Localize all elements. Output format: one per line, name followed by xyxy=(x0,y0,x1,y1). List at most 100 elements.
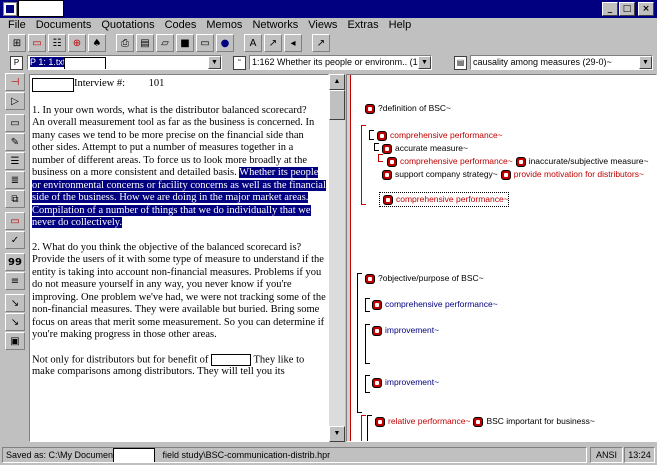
code-icon xyxy=(383,194,393,205)
interview-number: 101 xyxy=(148,78,165,89)
quotation-manager-icon[interactable]: ☷ xyxy=(48,34,66,52)
window-list-icon[interactable]: ▭ xyxy=(196,34,214,52)
redacted-title xyxy=(18,0,64,17)
selector-bar: P P 1: 1.txt~ ▼ “ 1:162 Whether its peop… xyxy=(0,55,657,72)
code-label: improvement~ xyxy=(385,377,440,387)
quote-marks-icon[interactable]: 99 xyxy=(5,253,25,271)
memo-icon[interactable]: ▣ xyxy=(5,332,25,350)
link-memo-icon[interactable]: ↘ xyxy=(5,313,25,331)
code-relative-performance[interactable]: relative performance~ BSC important for … xyxy=(375,416,595,427)
menu-quotations[interactable]: Quotations xyxy=(96,18,159,33)
primary-doc-icon: P xyxy=(10,56,23,70)
code-icon xyxy=(500,169,511,180)
menu-file[interactable]: File xyxy=(3,18,31,33)
code-icon xyxy=(372,299,382,310)
chevron-down-icon[interactable]: ▼ xyxy=(208,56,221,69)
left-toolbar: ⊣ ▷ ▭ ✎ ☰ ≣ ⧉ ▭ ✓ 99 ≡ ↘ ↘ ▣ xyxy=(5,73,27,351)
question-1: 1. In your own words, what is the distri… xyxy=(32,104,307,116)
maximize-button[interactable]: □ xyxy=(619,2,635,16)
document-scrollbar[interactable]: ▲ ▼ xyxy=(329,74,345,442)
quotation-bracket xyxy=(365,298,370,312)
open-coding-icon[interactable]: ▭ xyxy=(5,212,25,230)
code-label: inaccurate/subjective measure~ xyxy=(528,156,649,166)
code-definition[interactable]: ?definition of BSC~ xyxy=(365,103,451,114)
code-icon xyxy=(372,325,382,336)
toolbar: ⊞ ▭ ☷ ⊕ ♠ ⎙ ▤ ▱ ■ ▭ ● A ↗ ◂ ↗ xyxy=(0,33,657,53)
menu-views[interactable]: Views xyxy=(303,18,342,33)
auto-code-icon[interactable]: ≣ xyxy=(5,171,25,189)
minimize-button[interactable]: _ xyxy=(602,2,618,16)
menu-bar: File Documents Quotations Codes Memos Ne… xyxy=(0,18,657,33)
code-dropdown[interactable]: causality among measures (29-0)~ ▼ xyxy=(470,55,653,70)
check-icon[interactable]: ✓ xyxy=(5,231,25,249)
code-link-icon[interactable]: ⊣ xyxy=(5,73,25,91)
scroll-up-icon[interactable]: ▲ xyxy=(329,74,345,90)
code-label: comprehensive performance~ xyxy=(400,156,513,166)
quote-frame-icon[interactable]: ▭ xyxy=(5,114,25,132)
code-icon xyxy=(365,273,375,284)
font-icon[interactable]: A xyxy=(244,34,262,52)
save-path-suffix: field study\BSC-communication-distrib.hp… xyxy=(162,450,331,460)
code-label: accurate measure~ xyxy=(395,143,468,153)
code-comprehensive-performance[interactable]: comprehensive performance~ xyxy=(372,299,498,310)
chevron-down-icon[interactable]: ▼ xyxy=(418,56,431,69)
question-2: 2. What do you think the objective of th… xyxy=(32,241,302,253)
quotation-icon: “ xyxy=(233,56,246,70)
arrow-right-icon[interactable]: ▷ xyxy=(5,92,25,110)
document-pane[interactable]: Interview #: 101 1. In your own words, w… xyxy=(29,74,329,442)
code-label: relative performance~ xyxy=(388,416,471,426)
network-icon[interactable]: ⊞ xyxy=(8,34,26,52)
code-comprehensive-performance[interactable]: comprehensive performance~ inaccurate/su… xyxy=(387,156,648,167)
tool-icon[interactable]: ↗ xyxy=(312,34,330,52)
code-objective[interactable]: ?objective/purpose of BSC~ xyxy=(365,273,484,284)
window-icon[interactable]: ▤ xyxy=(136,34,154,52)
document-manager-icon[interactable]: ▭ xyxy=(28,34,46,52)
code-manager-icon[interactable]: ⊕ xyxy=(68,34,86,52)
code-icon xyxy=(377,130,387,141)
margin-area[interactable]: ?definition of BSC~ comprehensive perfor… xyxy=(346,74,657,442)
redacted-box xyxy=(113,448,155,462)
code-icon xyxy=(387,156,397,167)
chevron-down-icon[interactable]: ▼ xyxy=(639,56,652,69)
binoculars-icon[interactable]: ♠ xyxy=(88,34,106,52)
menu-extras[interactable]: Extras xyxy=(342,18,383,33)
menu-networks[interactable]: Networks xyxy=(247,18,303,33)
menu-memos[interactable]: Memos xyxy=(201,18,247,33)
code-label: comprehensive performance~ xyxy=(385,299,498,309)
scroll-down-icon[interactable]: ▼ xyxy=(329,426,345,442)
code-icon xyxy=(382,169,392,180)
hammer-icon[interactable]: ↗ xyxy=(264,34,282,52)
link-code-icon[interactable]: ↘ xyxy=(5,294,25,312)
quotation-bracket xyxy=(357,273,362,413)
code-comprehensive-performance[interactable]: comprehensive performance~ xyxy=(377,130,503,141)
menu-documents[interactable]: Documents xyxy=(31,18,97,33)
menu-codes[interactable]: Codes xyxy=(160,18,202,33)
code-improvement[interactable]: improvement~ xyxy=(372,377,439,388)
primary-doc-dropdown[interactable]: P 1: 1.txt~ ▼ xyxy=(27,55,222,70)
status-bar: Saved as: C:\My Documents\ field study\BS… xyxy=(0,445,657,465)
code-improvement[interactable]: improvement~ xyxy=(372,325,439,336)
redacted-box xyxy=(32,78,74,92)
code-comprehensive-performance[interactable]: comprehensive performance~ xyxy=(383,194,509,205)
answer-1: An overall measurement tool as far as th… xyxy=(32,117,326,230)
back-icon[interactable]: ◂ xyxy=(284,34,302,52)
text-search-icon[interactable]: ≡ xyxy=(5,272,25,290)
print-icon[interactable]: ⎙ xyxy=(116,34,134,52)
margin-red-bar xyxy=(347,75,351,441)
quotation-dropdown[interactable]: 1:162 Whether its people or environm.. (… xyxy=(249,55,432,70)
code-accurate-measure[interactable]: accurate measure~ xyxy=(382,143,468,154)
menu-help[interactable]: Help xyxy=(384,18,417,33)
answer-3: Not only for distributors but for benefi… xyxy=(32,353,326,379)
close-button[interactable]: × xyxy=(638,2,654,16)
save-icon[interactable]: ■ xyxy=(176,34,194,52)
globe-icon[interactable]: ● xyxy=(216,34,234,52)
app-icon[interactable] xyxy=(3,2,17,16)
code-support-strategy[interactable]: support company strategy~ provide motiva… xyxy=(382,169,644,180)
open-folder-icon[interactable]: ▱ xyxy=(156,34,174,52)
scroll-thumb[interactable] xyxy=(329,90,345,120)
quote-edit-icon[interactable]: ✎ xyxy=(5,133,25,151)
quote-list-icon[interactable]: ☰ xyxy=(5,152,25,170)
quotation-bracket xyxy=(369,130,374,140)
split-icon[interactable]: ⧉ xyxy=(5,190,25,208)
redacted-box xyxy=(211,353,252,366)
